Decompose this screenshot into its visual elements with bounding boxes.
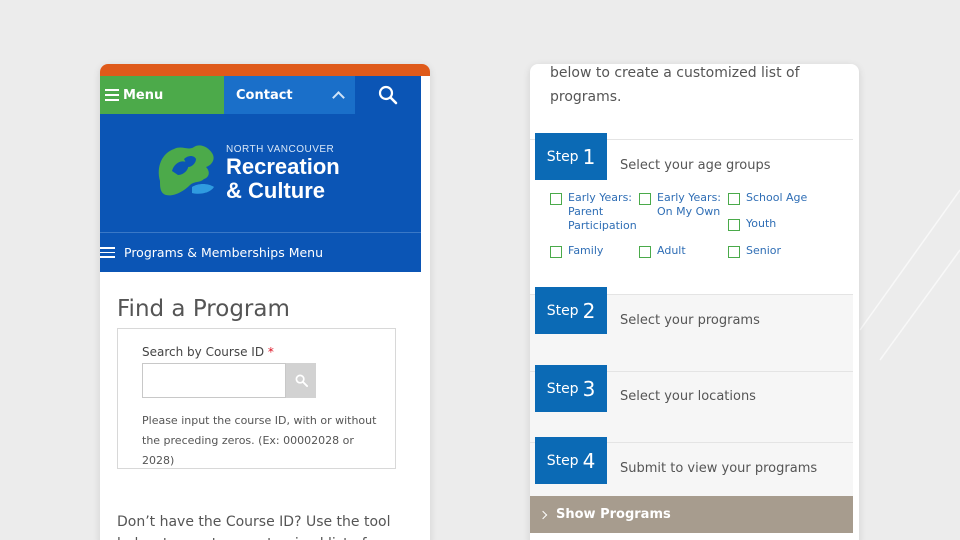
hamburger-icon bbox=[105, 89, 119, 101]
age-label: Early Years: On My Own bbox=[657, 191, 722, 218]
search-label-text: Search by Course ID bbox=[142, 345, 265, 359]
hamburger-icon bbox=[100, 247, 115, 258]
programs-menu-label: Programs & Memberships Menu bbox=[124, 245, 324, 260]
step-2[interactable]: Step 2 Select your programs bbox=[530, 287, 853, 371]
course-id-input[interactable] bbox=[142, 363, 286, 398]
age-label: School Age bbox=[746, 191, 808, 204]
checkbox[interactable] bbox=[728, 219, 740, 231]
nav-spacer bbox=[421, 76, 430, 114]
show-programs-label: Show Programs bbox=[556, 507, 671, 522]
logo-line-1: NORTH VANCOUVER bbox=[226, 143, 335, 155]
search-row bbox=[142, 363, 395, 398]
step-number: 4 bbox=[582, 448, 596, 473]
top-accent-bar bbox=[100, 64, 430, 76]
checkbox[interactable] bbox=[639, 193, 651, 205]
page-title: Find a Program bbox=[117, 296, 290, 322]
step-4-title: Submit to view your programs bbox=[620, 461, 818, 476]
age-youth[interactable]: Youth bbox=[728, 217, 818, 231]
search-label: Search by Course ID * bbox=[142, 345, 395, 359]
age-label: Adult bbox=[657, 244, 686, 257]
programs-memberships-menu[interactable]: Programs & Memberships Menu bbox=[100, 232, 421, 272]
menu-label: Menu bbox=[123, 87, 164, 103]
no-course-id-text: Don’t have the Course ID? Use the tool b… bbox=[117, 514, 391, 540]
step-3-badge: Step 3 bbox=[535, 365, 607, 412]
phone-screen-right: below to create a customized list of pro… bbox=[530, 64, 859, 540]
step-2-badge: Step 2 bbox=[535, 287, 607, 334]
step-word: Step bbox=[546, 302, 579, 319]
age-label: Family bbox=[568, 244, 604, 257]
step-word: Step bbox=[546, 148, 579, 165]
search-icon bbox=[378, 85, 398, 105]
age-early-years-own[interactable]: Early Years: On My Own bbox=[639, 191, 729, 219]
checkbox[interactable] bbox=[728, 246, 740, 258]
age-label: Senior bbox=[746, 244, 782, 257]
step-word: Step bbox=[546, 452, 579, 469]
checkbox[interactable] bbox=[639, 246, 651, 258]
chevron-up-icon bbox=[332, 91, 345, 104]
age-label: Early Years: Parent Participation bbox=[568, 191, 637, 232]
step-3-title: Select your locations bbox=[620, 389, 756, 404]
course-search-button[interactable] bbox=[286, 363, 316, 398]
top-nav: Menu Contact bbox=[100, 76, 430, 114]
find-program-section: Find a Program Search by Course ID * Ple… bbox=[100, 272, 430, 540]
checkbox[interactable] bbox=[550, 193, 562, 205]
search-button[interactable] bbox=[355, 76, 421, 114]
age-label: Youth bbox=[746, 217, 777, 230]
step-4[interactable]: Step 4 Submit to view your programs bbox=[530, 437, 853, 496]
checkbox[interactable] bbox=[728, 193, 740, 205]
age-adult[interactable]: Adult bbox=[639, 244, 729, 258]
step-number: 1 bbox=[582, 144, 596, 169]
logo-line-2: Recreation bbox=[226, 153, 340, 179]
search-help-text: Please input the course ID, with or with… bbox=[142, 414, 377, 467]
phone-screen-left: Menu Contact NORTH VANCOUVER Recreation … bbox=[100, 64, 430, 540]
course-search-box: Search by Course ID * Please input the c… bbox=[117, 328, 396, 469]
step-3[interactable]: Step 3 Select your locations bbox=[530, 365, 853, 442]
step-1-badge: Step 1 bbox=[535, 133, 607, 180]
show-programs-button[interactable]: Show Programs bbox=[530, 496, 853, 533]
checkbox[interactable] bbox=[550, 246, 562, 258]
step-1-title: Select your age groups bbox=[620, 158, 771, 173]
age-senior[interactable]: Senior bbox=[728, 244, 818, 258]
chevron-right-icon bbox=[538, 510, 548, 519]
contact-label: Contact bbox=[236, 87, 293, 103]
step-number: 3 bbox=[582, 376, 596, 401]
age-school-age[interactable]: School Age bbox=[728, 191, 818, 205]
logo-mark-icon bbox=[158, 145, 214, 196]
menu-button[interactable]: Menu bbox=[100, 76, 224, 114]
step-2-title: Select your programs bbox=[620, 313, 760, 328]
step-4-badge: Step 4 bbox=[535, 437, 607, 484]
site-logo[interactable]: NORTH VANCOUVER Recreation & Culture bbox=[100, 114, 421, 232]
contact-button[interactable]: Contact bbox=[224, 76, 355, 114]
logo-line-3: & Culture bbox=[226, 177, 325, 203]
required-mark: * bbox=[267, 345, 274, 359]
age-family[interactable]: Family bbox=[550, 244, 640, 258]
age-early-years-parent[interactable]: Early Years: Parent Participation bbox=[550, 191, 640, 233]
step-number: 2 bbox=[582, 298, 596, 323]
step-word: Step bbox=[546, 380, 579, 397]
intro-text: below to create a customized list of pro… bbox=[550, 65, 800, 105]
logo-text: NORTH VANCOUVER Recreation & Culture bbox=[226, 144, 340, 203]
search-icon bbox=[295, 374, 308, 387]
